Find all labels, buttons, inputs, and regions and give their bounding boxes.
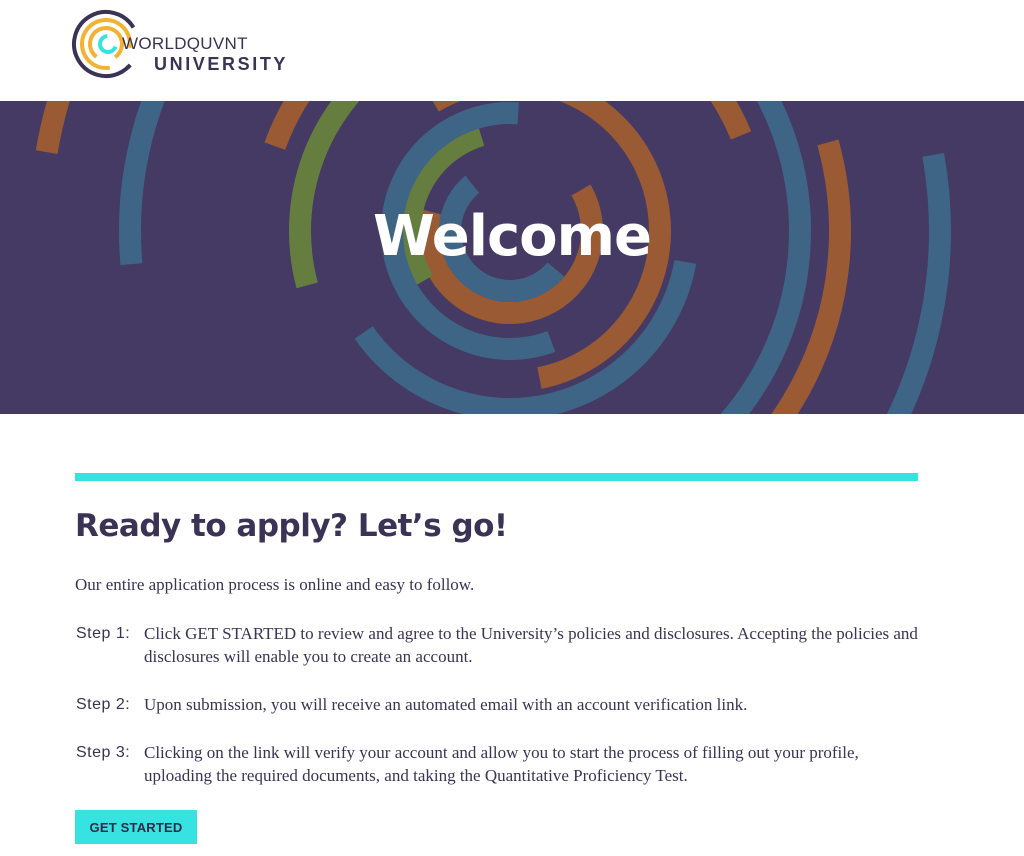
get-started-button[interactable]: GET STARTED [75, 810, 197, 844]
step-item: Step 1: Click GET STARTED to review and … [75, 622, 935, 668]
step-item: Step 3: Clicking on the link will verify… [75, 741, 935, 787]
step-item: Step 2: Upon submission, you will receiv… [75, 693, 935, 716]
step-label: Step 3: [76, 744, 131, 761]
step-text: Upon submission, you will receive an aut… [144, 695, 748, 714]
site-header: WORLDQUVNT UNIVERSITY [0, 0, 1024, 101]
logo-text-university: UNIVERSITY [154, 54, 289, 74]
accent-divider [75, 473, 918, 481]
step-label: Step 2: [76, 696, 131, 713]
hero-banner: Welcome [0, 101, 1024, 414]
step-label: Step 1: [76, 625, 131, 642]
intro-text: Our entire application process is online… [75, 575, 475, 594]
worldquant-university-logo[interactable]: WORLDQUVNT UNIVERSITY [70, 6, 300, 82]
hero-title: Welcome [373, 204, 652, 269]
section-title: Ready to apply? Let’s go! [75, 508, 508, 544]
logo-text-worldquant: WORLDQUVNT [122, 34, 248, 53]
step-text: Click GET STARTED to review and agree to… [144, 624, 918, 666]
step-text: Clicking on the link will verify your ac… [144, 743, 859, 785]
